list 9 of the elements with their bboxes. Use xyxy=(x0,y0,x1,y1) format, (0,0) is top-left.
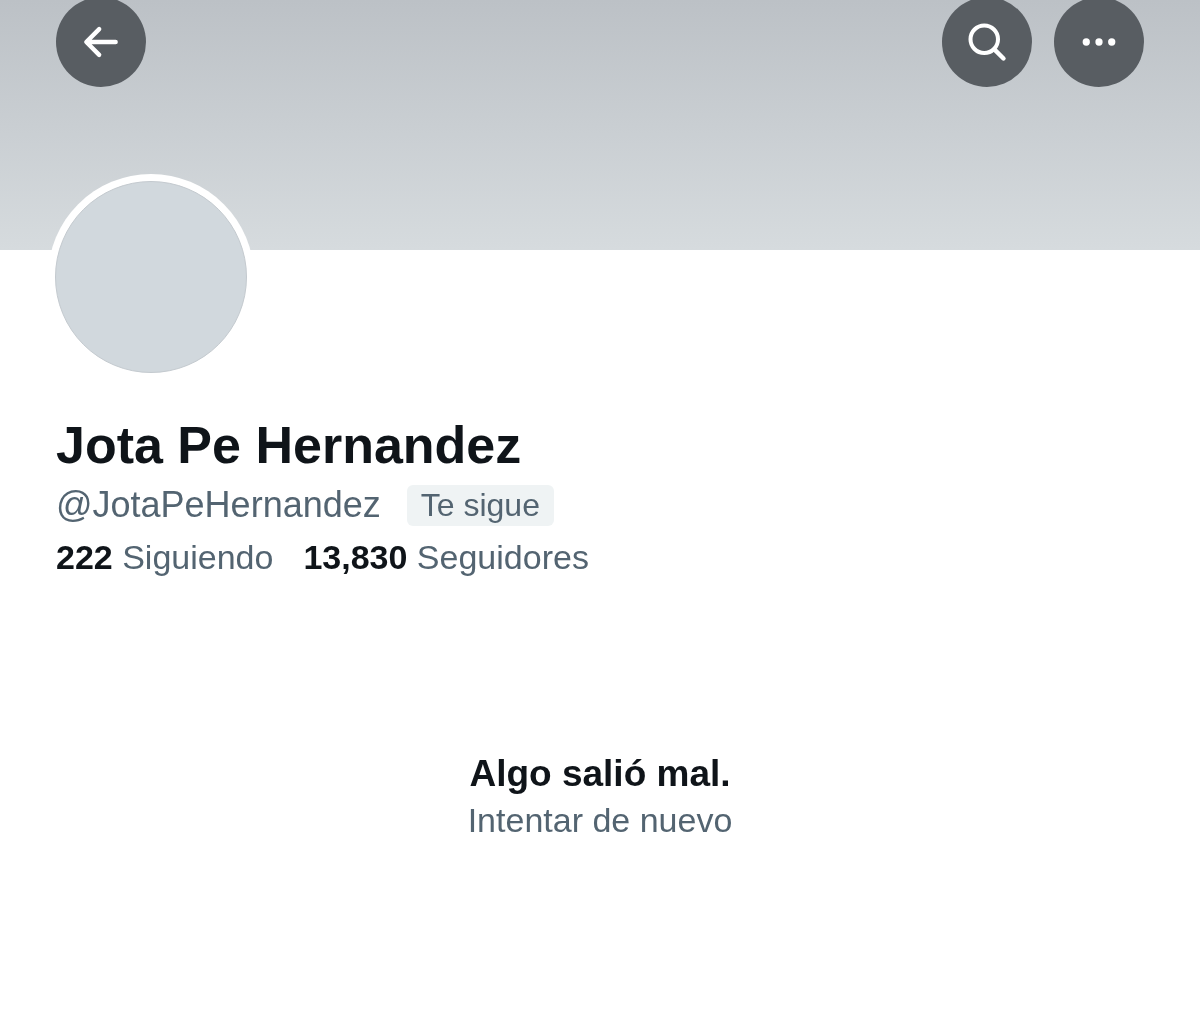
follows-you-badge: Te sigue xyxy=(406,484,554,526)
search-icon xyxy=(965,20,1009,64)
profile-name: Jota Pe Hernandez xyxy=(56,415,523,476)
retry-link[interactable]: Intentar de nuevo xyxy=(467,801,733,840)
stat-link[interactable]: 13,830 Seguidores xyxy=(303,538,589,577)
stat-link[interactable]: 222 Siguiendo xyxy=(56,538,274,577)
profile-handle: @JotaPeHernandez xyxy=(56,484,381,526)
more-icon xyxy=(1082,38,1116,46)
error-message: Algo salió mal. xyxy=(469,753,731,795)
